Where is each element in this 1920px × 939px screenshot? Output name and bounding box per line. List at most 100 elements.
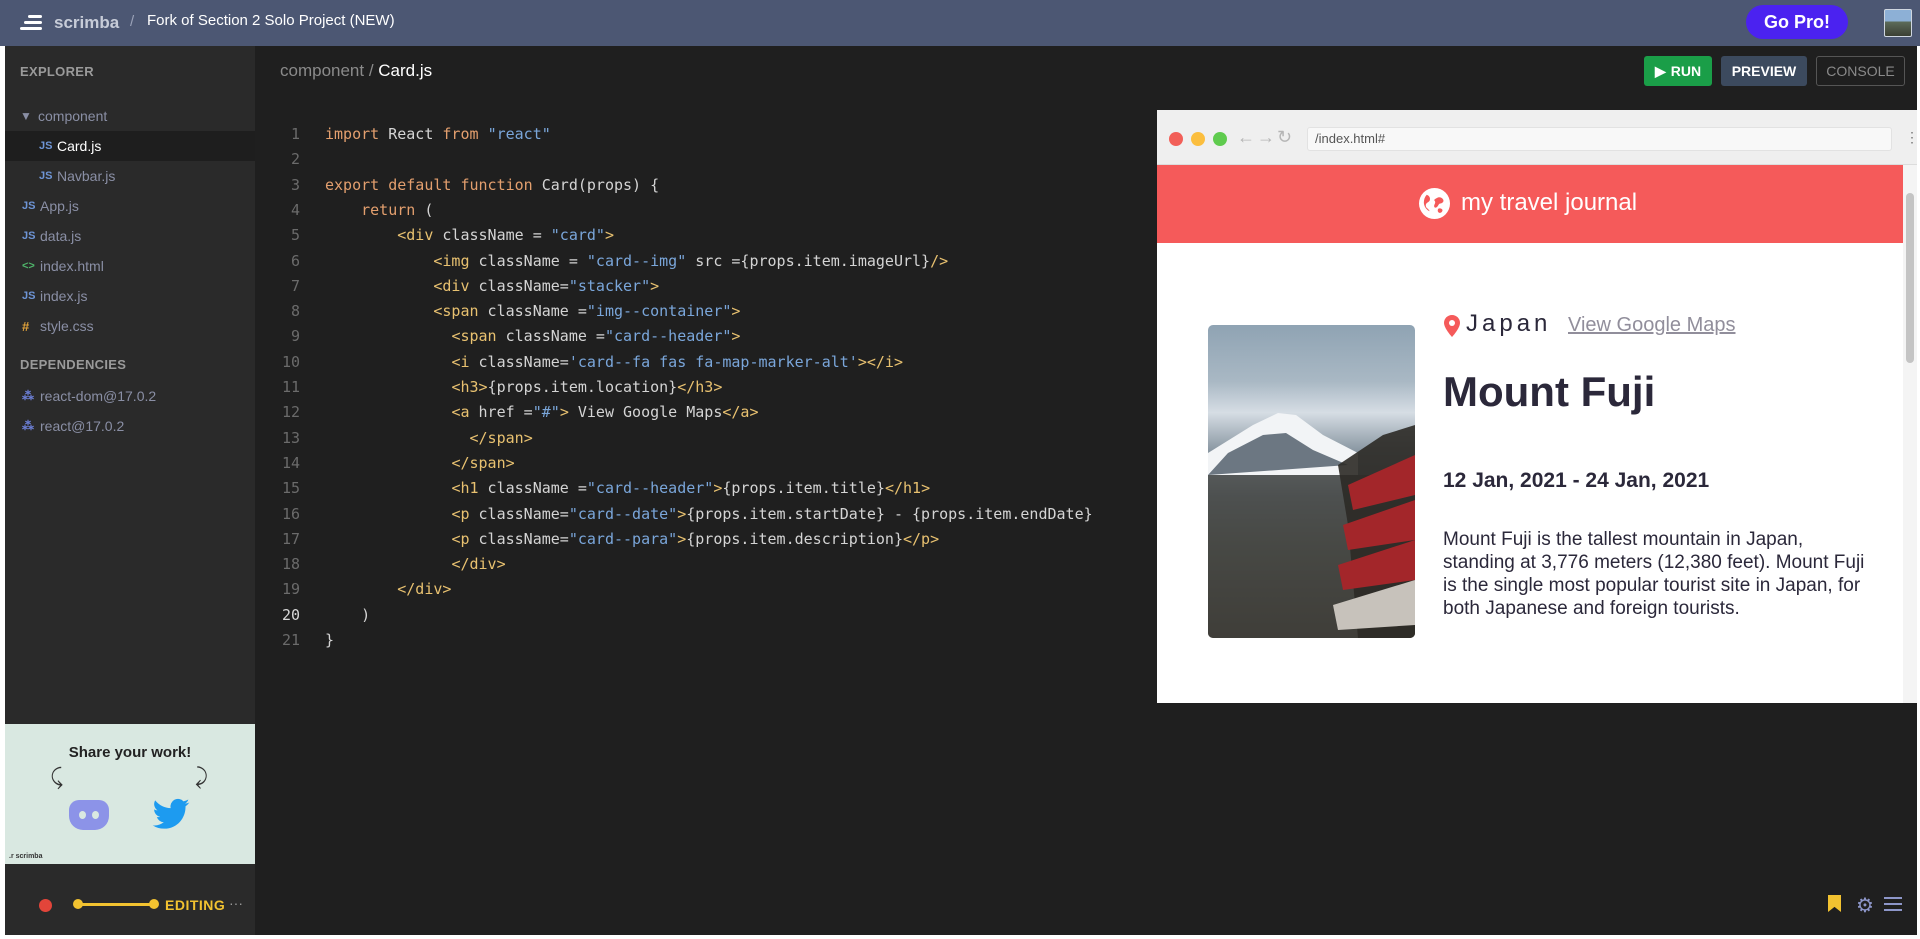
- explorer-heading: EXPLORER: [20, 64, 94, 79]
- code-line[interactable]: </span>: [325, 451, 514, 476]
- css-file-icon: #: [22, 318, 30, 334]
- card-title: Mount Fuji: [1443, 368, 1656, 415]
- line-number: 4: [290, 200, 300, 219]
- scrimba-app: scrimba / Fork of Section 2 Solo Project…: [0, 0, 1920, 939]
- code-line[interactable]: <div className="stacker">: [325, 274, 659, 299]
- tree-item-label: index.js: [40, 288, 88, 304]
- code-line[interactable]: <a href ="#"> View Google Maps</a>: [325, 400, 758, 425]
- run-button[interactable]: ▶ RUN: [1644, 56, 1712, 86]
- address-bar[interactable]: /index.html#: [1307, 127, 1892, 151]
- code-line[interactable]: ): [325, 603, 370, 628]
- breadcrumb-file: Card.js: [378, 61, 433, 80]
- mount-fuji-photo: [1208, 413, 1415, 638]
- avatar[interactable]: [1884, 9, 1912, 37]
- timeline-slider[interactable]: [73, 899, 159, 909]
- line-number: 13: [281, 428, 300, 447]
- preview-button[interactable]: PREVIEW: [1721, 56, 1807, 86]
- minimize-dot-icon[interactable]: [1191, 132, 1205, 146]
- map-marker-icon: [1444, 315, 1460, 337]
- tree-folder-component[interactable]: ▼ component: [5, 101, 255, 131]
- arrow-left-icon: ⤹: [50, 764, 64, 789]
- project-title[interactable]: Fork of Section 2 Solo Project (NEW): [147, 12, 395, 29]
- go-pro-button[interactable]: Go Pro!: [1746, 5, 1848, 39]
- dependency-react-dom[interactable]: ⁂ react-dom@17.0.2: [5, 381, 255, 411]
- tree-item-index-html[interactable]: <> index.html: [5, 251, 255, 281]
- code-line[interactable]: <span className ="card--header">: [325, 324, 740, 349]
- dependency-react[interactable]: ⁂ react@17.0.2: [5, 411, 255, 441]
- card-description: Mount Fuji is the tallest mountain in Ja…: [1443, 529, 1865, 619]
- line-number: 19: [281, 580, 300, 599]
- code-line[interactable]: return (: [325, 198, 433, 223]
- code-line[interactable]: <img className = "card--img" src ={props…: [325, 249, 948, 274]
- tree-item-index-js[interactable]: JS index.js: [5, 281, 255, 311]
- globe-icon: [1419, 188, 1450, 219]
- brand-name: scrimba: [54, 13, 120, 32]
- menu-icon[interactable]: [1884, 897, 1902, 915]
- code-line[interactable]: <p className="card--para">{props.item.de…: [325, 527, 939, 552]
- discord-icon[interactable]: [69, 800, 109, 830]
- record-button[interactable]: [39, 899, 52, 912]
- slider-handle-start[interactable]: [73, 899, 83, 909]
- share-panel: Share your work! ⤹ ⤸ .r scrimba: [5, 724, 255, 864]
- line-number: 9: [290, 327, 300, 346]
- travel-navbar: my travel journal: [1157, 165, 1903, 243]
- twitter-icon[interactable]: [150, 794, 192, 834]
- dependency-label: react@17.0.2: [40, 418, 125, 434]
- sidebar: EXPLORER ▼ component JS Card.js JS Navba…: [5, 46, 255, 935]
- code-line[interactable]: </div>: [325, 577, 451, 602]
- tree-item-card-js[interactable]: JS Card.js: [5, 131, 255, 161]
- line-number: 12: [281, 403, 300, 422]
- browser-nav-icons[interactable]: ←→↻: [1237, 127, 1294, 148]
- line-number: 5: [290, 226, 300, 245]
- tree-item-data-js[interactable]: JS data.js: [5, 221, 255, 251]
- breadcrumb-folder[interactable]: component /: [280, 61, 378, 80]
- tree-item-style-css[interactable]: # style.css: [5, 311, 255, 341]
- bookmark-icon[interactable]: [1828, 895, 1841, 912]
- line-number: 1: [290, 125, 300, 143]
- folder-open-icon: ▼: [20, 109, 32, 123]
- line-number: 11: [281, 378, 300, 396]
- breadcrumb: component / Card.js: [280, 61, 432, 81]
- code-line[interactable]: }: [325, 628, 334, 653]
- line-number: 15: [281, 479, 300, 498]
- scrimba-logo-icon: [20, 13, 46, 33]
- code-line[interactable]: </span>: [325, 426, 533, 451]
- code-line[interactable]: export default function Card(props) {: [325, 173, 659, 198]
- tree-item-label: component: [38, 108, 108, 124]
- line-number: 14: [281, 453, 300, 472]
- google-maps-link[interactable]: View Google Maps: [1568, 314, 1736, 337]
- code-line[interactable]: <h3>{props.item.location}</h3>: [325, 375, 722, 400]
- close-dot-icon[interactable]: [1169, 132, 1183, 146]
- html-file-icon: <>: [22, 260, 35, 272]
- scrimba-logo[interactable]: scrimba: [20, 12, 119, 34]
- console-button[interactable]: CONSOLE: [1816, 56, 1905, 86]
- code-line[interactable]: <p className="card--date">{props.item.st…: [325, 502, 1092, 527]
- browser-toolbar: ←→↻ /index.html# ⋮: [1157, 110, 1919, 165]
- top-bar: scrimba / Fork of Section 2 Solo Project…: [0, 0, 1920, 46]
- preview-scrollbar[interactable]: [1903, 165, 1917, 703]
- more-options-button[interactable]: ···: [229, 895, 243, 911]
- card-location: Japan: [1466, 310, 1552, 337]
- js-file-icon: JS: [39, 140, 53, 152]
- scrollbar-thumb[interactable]: [1906, 193, 1914, 363]
- code-line[interactable]: import React from "react": [325, 122, 551, 147]
- js-file-icon: JS: [39, 170, 53, 182]
- code-line[interactable]: <i className='card--fa fas fa-map-marker…: [325, 350, 903, 375]
- js-file-icon: JS: [22, 290, 36, 302]
- line-number: 6: [290, 251, 300, 270]
- line-number: 20: [281, 605, 300, 624]
- code-line[interactable]: <span className ="img--container">: [325, 299, 740, 324]
- mode-indicator: EDITING: [165, 897, 226, 913]
- slider-handle-end[interactable]: [149, 899, 159, 909]
- tree-item-navbar-js[interactable]: JS Navbar.js: [5, 161, 255, 191]
- maximize-dot-icon[interactable]: [1213, 132, 1227, 146]
- line-number: 21: [281, 631, 300, 649]
- tree-item-app-js[interactable]: JS App.js: [5, 191, 255, 221]
- tree-item-label: Navbar.js: [57, 168, 116, 184]
- code-line[interactable]: <h1 className ="card--header">{props.ite…: [325, 476, 930, 501]
- gear-icon[interactable]: ⚙: [1856, 893, 1874, 918]
- code-line[interactable]: <div className = "card">: [325, 223, 614, 248]
- code-line[interactable]: </div>: [325, 552, 505, 577]
- tree-item-label: data.js: [40, 228, 82, 244]
- kebab-menu-icon[interactable]: ⋮: [1905, 129, 1919, 146]
